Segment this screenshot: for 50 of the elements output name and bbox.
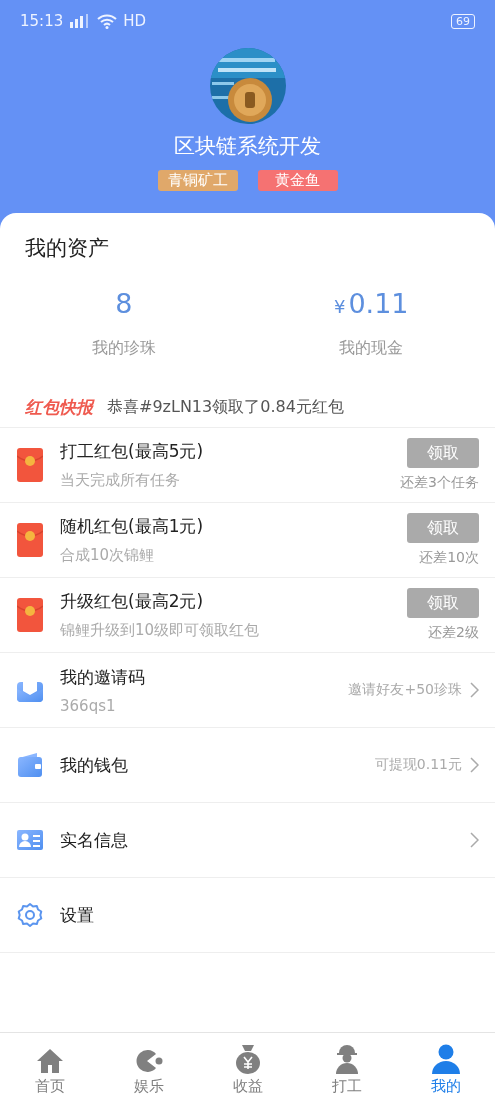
menu-title: 我的邀请码: [60, 665, 146, 689]
invite-code: 366qs1: [60, 696, 117, 715]
menu-hint: 可提现0.11元: [374, 756, 462, 774]
pacman-icon: [134, 1048, 163, 1074]
news-tag: 红包快报: [25, 395, 93, 419]
user-name: 区块链系统开发: [173, 133, 322, 160]
asset-value: 0.11: [348, 288, 409, 319]
money-envelope-icon: [17, 523, 43, 557]
packet-title: 随机红包(最高1元): [60, 515, 205, 538]
menu-item[interactable]: 我的邀请码 366qs1 邀请好友+50珍珠: [0, 653, 495, 728]
money-bag-icon: [233, 1044, 262, 1074]
packet-description: 当天完成所有任务: [60, 471, 181, 490]
menu-title: 实名信息: [60, 828, 129, 852]
tab-item[interactable]: 收益: [198, 1033, 297, 1100]
asset-label: 我的珍珠: [91, 338, 156, 359]
level-badge: 黄金鱼: [257, 170, 338, 191]
asset-label: 我的现金: [339, 338, 404, 359]
packet-title: 升级红包(最高2元): [60, 590, 205, 613]
remaining-text: 还差10次: [419, 549, 479, 567]
menu-item[interactable]: 实名信息: [0, 803, 495, 878]
money-envelope-icon: [17, 598, 43, 632]
tab-item[interactable]: 首页: [0, 1033, 99, 1100]
section-title: 我的资产: [24, 235, 110, 262]
packet-description: 锦鲤升级到10级即可领取红包: [60, 621, 261, 640]
level-badge: 青铜矿工: [157, 170, 238, 191]
menu-title: 我的钱包: [60, 753, 129, 777]
settings-icon: [17, 902, 43, 928]
menu-hint: 邀请好友+50珍珠: [348, 681, 462, 699]
wallet-icon: [16, 752, 44, 778]
menu-item[interactable]: 设置: [0, 878, 495, 953]
remaining-text: 还差2级: [428, 624, 479, 642]
tab-item[interactable]: 娱乐: [99, 1033, 198, 1100]
remaining-text: 还差3个任务: [400, 474, 479, 492]
menu-item[interactable]: 我的钱包 可提现0.11元: [0, 728, 495, 803]
currency-sign: ¥: [333, 296, 346, 317]
tab-item[interactable]: 打工: [297, 1033, 396, 1100]
status-time: 15:13: [20, 12, 64, 30]
money-envelope-icon: [17, 448, 43, 482]
wifi-icon: [97, 13, 118, 29]
person-icon: [431, 1044, 460, 1074]
id-card-icon: [16, 829, 44, 851]
network-label: HD: [123, 12, 147, 30]
packet-description: 合成10次锦鲤: [60, 546, 156, 565]
tab-item[interactable]: 我的: [396, 1033, 495, 1100]
news-message: 恭喜#9zLN13领取了0.84元红包: [107, 396, 344, 418]
menu-title: 设置: [60, 903, 95, 927]
asset-value: 8: [115, 288, 133, 319]
packet-title: 打工红包(最高5元): [60, 440, 205, 463]
battery-icon: 69: [451, 13, 475, 29]
home-icon: [35, 1048, 64, 1074]
